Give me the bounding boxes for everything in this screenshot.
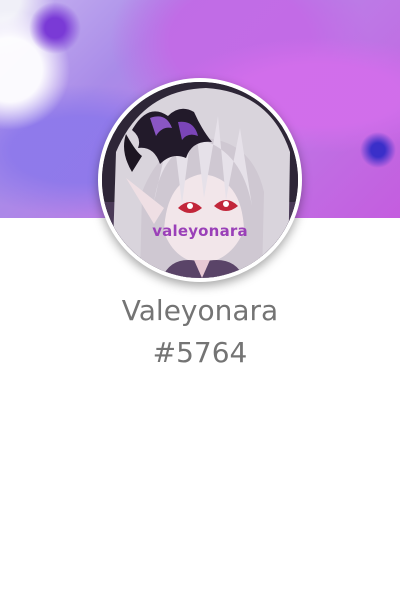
user-discriminator: #5764 (152, 336, 248, 369)
avatar-frame: valeyonara (98, 78, 302, 282)
username: Valeyonara (121, 294, 279, 327)
profile-card: valeyonara Valeyonara #5764 (0, 0, 400, 600)
avatar-illustration (102, 82, 298, 278)
avatar-watermark-text: valeyonara (152, 222, 248, 240)
avatar[interactable]: valeyonara (102, 82, 298, 278)
